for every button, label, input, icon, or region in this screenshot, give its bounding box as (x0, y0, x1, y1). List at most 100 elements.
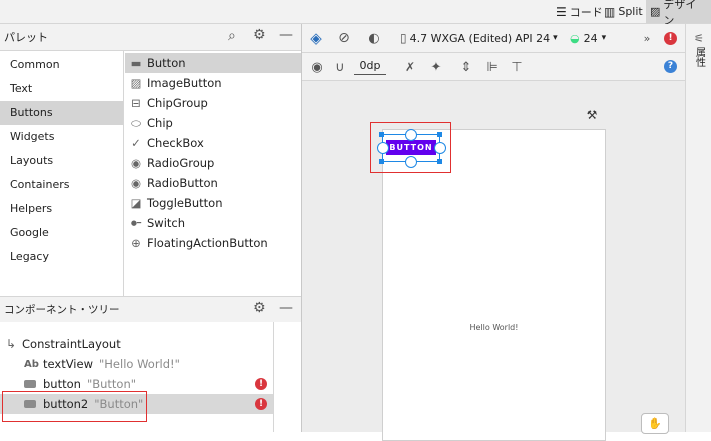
side-strip: ⚟ 属性 (685, 24, 711, 432)
image-button-icon: ▨ (130, 76, 142, 90)
palette-widget-label: Chip (147, 116, 173, 130)
gear-icon[interactable]: ⚙ (253, 27, 266, 43)
chevron-down-icon: ▾ (553, 33, 558, 43)
tree-item-constraintlayout[interactable]: ↳ ConstraintLayout (6, 334, 121, 354)
palette-widget-button[interactable]: ▬ Button (125, 53, 301, 73)
button-icon (24, 377, 43, 391)
palette-category-legacy[interactable]: Legacy (0, 245, 123, 269)
api-level-selector[interactable]: ◒ 24 ▾ (570, 30, 606, 46)
palette-widget-checkbox[interactable]: ✓ CheckBox (125, 133, 301, 153)
palette-widget-label: ImageButton (147, 76, 222, 90)
palette-widget-label: FloatingActionButton (147, 236, 268, 250)
magnet-icon[interactable]: ∪ (330, 57, 350, 77)
minimize-icon[interactable]: — (279, 27, 293, 43)
palette-widget-label: ToggleButton (147, 196, 223, 210)
tree-item-hint: "Hello World!" (99, 357, 180, 371)
top-mode-bar: ☰ コード ▥ Split ▨ デザイン (0, 0, 711, 27)
minimize-icon[interactable]: — (279, 300, 293, 316)
gear-icon[interactable]: ⚙ (253, 300, 266, 316)
help-icon[interactable]: ? (664, 60, 677, 73)
tree-divider (273, 322, 274, 432)
error-icon[interactable]: ! (664, 32, 677, 45)
eye-icon[interactable]: ◉ (306, 57, 328, 77)
palette-widget-switch[interactable]: ●━ Switch (125, 213, 301, 233)
palette-category-layouts[interactable]: Layouts (0, 149, 123, 173)
palette-widget-chipgroup[interactable]: ⊟ ChipGroup (125, 93, 301, 113)
layers-icon[interactable]: ◈ (306, 28, 326, 48)
chip-icon: ⬭ (131, 115, 141, 130)
tree-item-name: button (43, 377, 81, 391)
canvas-highlight-box (370, 122, 451, 173)
palette-widget-label: RadioButton (147, 176, 218, 190)
palette-divider (123, 51, 124, 296)
android-icon: ◒ (570, 31, 580, 45)
palette-category-helpers[interactable]: Helpers (0, 197, 123, 221)
palette-widget-radiogroup[interactable]: ◉ RadioGroup (125, 153, 301, 173)
tree-item-textview[interactable]: Ab textView "Hello World!" (24, 354, 273, 374)
error-icon[interactable]: ! (255, 378, 267, 390)
chip-group-icon: ⊟ (131, 96, 141, 110)
checkbox-icon: ✓ (131, 136, 141, 150)
palette-widget-radiobutton[interactable]: ◉ RadioButton (125, 173, 301, 193)
device-preview[interactable]: Hello World! (382, 129, 606, 441)
palette-header: パレット ⌕ ⚙ — (0, 24, 301, 51)
button-icon: ▬ (130, 56, 142, 70)
wrench-icon[interactable]: ⚒ (585, 108, 599, 122)
phone-icon: ▯ (400, 31, 407, 45)
palette-category-common[interactable]: Common (0, 53, 123, 77)
switch-icon: ●━ (130, 219, 142, 227)
toggle-button-icon: ◪ (130, 196, 142, 210)
code-mode-button[interactable]: ☰ コード (556, 0, 603, 23)
radio-button-icon: ◉ (130, 176, 142, 190)
tree-title: コンポーネント・ツリー (4, 304, 120, 316)
palette-category-google[interactable]: Google (0, 221, 123, 245)
tree-header: コンポーネント・ツリー ⚙ — (0, 296, 301, 323)
align-icon[interactable]: ⊫ (482, 57, 502, 77)
palette-category-buttons[interactable]: Buttons (0, 101, 123, 125)
constraint-toolbar: ◉ ∪ 0dp ✗ ✦ ⇕ ⊫ ⊤ ? (302, 53, 685, 81)
palette-category-containers[interactable]: Containers (0, 173, 123, 197)
device-selector[interactable]: ▯ 4.7 WXGA (Edited) API 24 ▾ (400, 30, 558, 46)
magic-wand-icon[interactable]: ✦ (426, 57, 446, 77)
palette-body: Common Text Buttons Widgets Layouts Container… (0, 51, 301, 296)
fab-icon: ⊕ (131, 236, 141, 250)
design-toolbar: ◈ ⊘ ◐ ▯ 4.7 WXGA (Edited) API 24 ▾ ◒ 24 … (302, 24, 685, 53)
palette-widget-imagebutton[interactable]: ▨ ImageButton (125, 73, 301, 93)
palette-widget-label: CheckBox (147, 136, 204, 150)
overflow-chevron-icon[interactable]: » (640, 28, 654, 48)
palette-widget-floatingactionbutton[interactable]: ⊕ FloatingActionButton (125, 233, 301, 253)
tree-body: ↳ ConstraintLayout Ab textView "Hello Worl… (0, 322, 301, 432)
radio-group-icon: ◉ (130, 156, 142, 170)
night-mode-icon[interactable]: ◐ (364, 28, 384, 48)
image-icon: ▨ (650, 5, 661, 18)
pack-icon[interactable]: ⇕ (456, 57, 476, 77)
palette-title: パレット (4, 31, 48, 44)
sliders-icon: ⚟ (694, 32, 704, 45)
orientation-icon[interactable]: ⊘ (333, 28, 355, 48)
palette-category-widgets[interactable]: Widgets (0, 125, 123, 149)
palette-widget-label: RadioGroup (147, 156, 215, 170)
error-icon[interactable]: ! (255, 398, 267, 410)
palette-widget-chip[interactable]: ⬭ Chip (125, 113, 301, 133)
constraint-layout-icon: ↳ (6, 337, 17, 351)
search-icon[interactable]: ⌕ (228, 28, 236, 44)
palette-widget-label: Button (147, 56, 186, 70)
design-mode-button[interactable]: ▨ デザイン (646, 0, 711, 27)
tree-item-name: textView (43, 357, 93, 371)
design-canvas: ⚒ Hello World! BUTTON ✋ (302, 81, 685, 441)
selection-highlight-box (2, 391, 147, 422)
clear-constraints-icon[interactable]: ✗ (400, 57, 420, 77)
attributes-tab[interactable]: ⚟ 属性 (686, 32, 711, 67)
hello-textview[interactable]: Hello World! (383, 323, 605, 332)
default-margin-field[interactable]: 0dp (354, 58, 386, 75)
pan-hand-icon[interactable]: ✋ (641, 413, 669, 434)
palette-category-text[interactable]: Text (0, 77, 123, 101)
guidelines-icon[interactable]: ⊤ (507, 57, 527, 77)
split-icon: ▥ (604, 4, 616, 19)
list-icon: ☰ (556, 4, 567, 19)
text-view-icon: Ab (24, 358, 39, 370)
palette-widget-togglebutton[interactable]: ◪ ToggleButton (125, 193, 301, 213)
palette-widget-label: ChipGroup (147, 96, 208, 110)
chevron-down-icon: ▾ (601, 33, 607, 43)
split-mode-button[interactable]: ▥ Split (604, 0, 643, 23)
